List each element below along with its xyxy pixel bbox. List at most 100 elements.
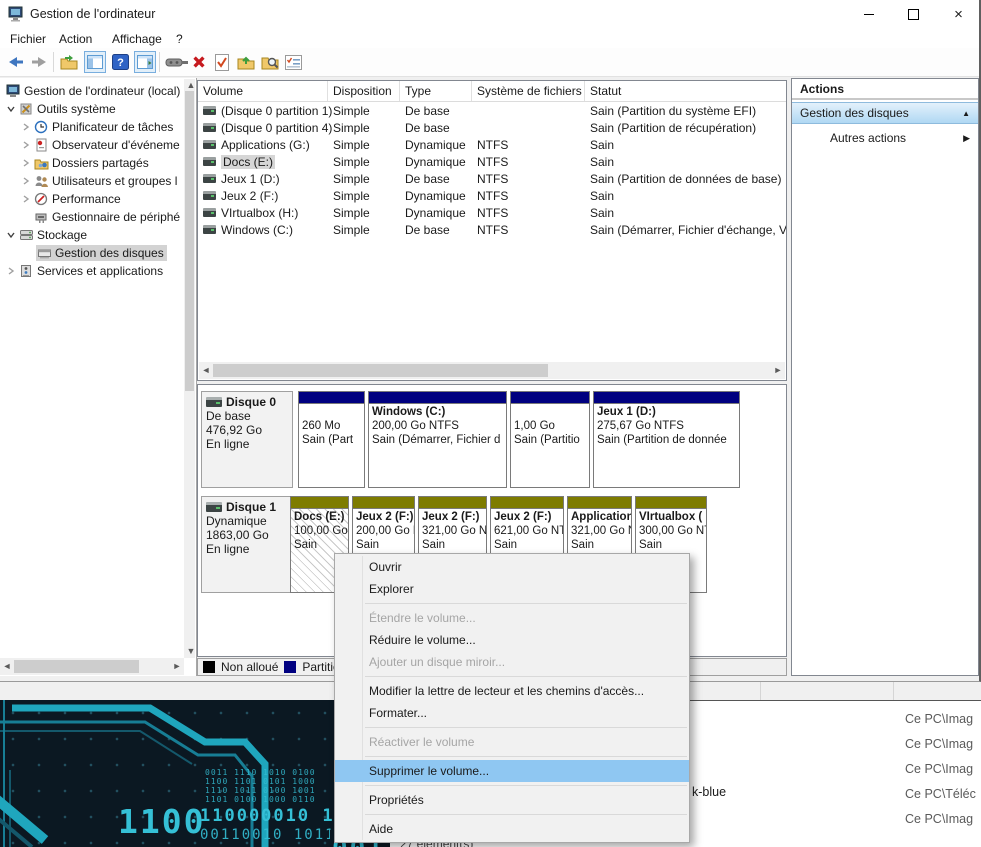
file-location[interactable]: Ce PC\Téléc [905,787,976,801]
show-console-tree-button[interactable] [84,51,106,73]
menu-action[interactable]: Action [55,30,96,47]
menu-item-formater[interactable]: Formater... [335,702,689,724]
remote-device-button[interactable] [164,51,190,73]
tree-item-utilisateurs[interactable]: Utilisateurs et groupes l [0,172,197,190]
device-manager-icon [34,210,49,224]
folder-up-button[interactable] [235,51,257,73]
scroll-down-arrow[interactable]: ▼ [184,647,197,656]
back-button[interactable] [5,51,27,73]
disk0-partition-recovery[interactable]: 1,00 GoSain (Partitio [510,391,590,488]
scroll-left-arrow[interactable]: ◄ [199,366,213,375]
binary-text-block: 0011 1110 1010 0100 1100 1101 0101 1000 … [205,768,316,804]
menu-separator [335,724,689,731]
chevron-collapsed-icon[interactable] [21,140,31,150]
menu-fichier[interactable]: Fichier [6,30,50,47]
actions-group-disk-management[interactable]: Gestion des disques ▲ [792,102,978,124]
menu-item-reduire-le-volume[interactable]: Réduire le volume... [335,629,689,651]
scroll-right-arrow[interactable]: ► [170,662,184,671]
tree-item-dossiers-partages[interactable]: Dossiers partagés [0,154,197,172]
menu-item-explorer[interactable]: Explorer [335,578,689,600]
column-header-statut[interactable]: Statut [585,81,786,101]
volume-row[interactable]: Jeux 2 (F:) Simple Dynamique NTFS Sain [198,187,786,204]
menu-item-ouvrir[interactable]: Ouvrir [335,556,689,578]
chevron-collapsed-icon[interactable] [21,122,31,132]
chevron-collapsed-icon[interactable] [21,194,31,204]
title-bar[interactable]: Gestion de l'ordinateur × [0,0,979,28]
column-header-disposition[interactable]: Disposition [328,81,400,101]
task-list-button[interactable] [282,51,304,73]
validate-document-button[interactable] [211,51,233,73]
close-button[interactable]: × [936,0,981,28]
tree-item-stockage[interactable]: Stockage [0,226,189,244]
disk0-partition-windows[interactable]: Windows (C:)200,00 Go NTFSSain (Démarrer… [368,391,507,488]
back-icon [7,54,25,70]
partition-color-bar [299,392,364,404]
tree-item-planificateur[interactable]: Planificateur de tâches [0,118,197,136]
volume-icon [203,140,216,149]
help-button[interactable]: ? [109,51,131,73]
scrollbar-thumb[interactable] [185,91,194,391]
file-name-fragment[interactable]: k-blue [692,785,726,799]
disk1-label[interactable]: Disque 1 Dynamique 1863,00 Go En ligne [201,496,293,593]
scroll-right-arrow[interactable]: ► [771,366,785,375]
collapse-arrow-icon[interactable]: ▲ [962,109,970,118]
minimize-button[interactable] [846,0,891,28]
disk0-partition-jeux1[interactable]: Jeux 1 (D:)275,67 Go NTFSSain (Partition… [593,391,740,488]
column-separator [893,682,894,700]
chevron-collapsed-icon[interactable] [21,176,31,186]
file-location[interactable]: Ce PC\Imag [905,812,973,826]
chevron-expanded-icon[interactable] [6,104,16,114]
volume-row[interactable]: VIrtualbox (H:) Simple Dynamique NTFS Sa… [198,204,786,221]
folder-up-icon [237,54,255,70]
volume-row[interactable]: Windows (C:) Simple De base NTFS Sain (D… [198,221,786,238]
export-list-button[interactable] [58,51,80,73]
volume-row[interactable]: Jeux 1 (D:) Simple De base NTFS Sain (Pa… [198,170,786,187]
menu-affichage[interactable]: Affichage [108,30,166,47]
tree-horizontal-scrollbar[interactable]: ◄ ► [0,658,184,675]
scrollbar-thumb[interactable] [213,364,548,377]
volume-row[interactable]: Applications (G:) Simple Dynamique NTFS … [198,136,786,153]
actions-item-autres-actions[interactable]: Autres actions ▶ [792,128,978,148]
volume-row[interactable]: (Disque 0 partition 4) Simple De base Sa… [198,119,786,136]
volume-list-horizontal-scrollbar[interactable]: ◄ ► [199,362,785,379]
event-viewer-icon [34,138,49,152]
volume-row-selected[interactable]: Docs (E:) Simple Dynamique NTFS Sain [198,153,786,170]
menu-aide[interactable]: ? [172,30,187,47]
task-list-icon [285,55,302,70]
scroll-left-arrow[interactable]: ◄ [0,662,14,671]
file-location[interactable]: Ce PC\Imag [905,737,973,751]
tree-item-performance[interactable]: Performance [0,190,197,208]
disk-size: 1863,00 Go [206,528,288,542]
menu-item-proprietes[interactable]: Propriétés [335,789,689,811]
maximize-button[interactable] [891,0,936,28]
chevron-collapsed-icon[interactable] [6,266,16,276]
tree-item-outils-systeme[interactable]: Outils système [0,100,189,118]
menu-item-aide[interactable]: Aide [335,818,689,840]
disk0-partition-efi[interactable]: 260 MoSain (Part [298,391,365,488]
scrollbar-thumb[interactable] [14,660,139,673]
tree-item-gestionnaire-peripheriques[interactable]: Gestionnaire de périphé [0,208,197,226]
column-header-type[interactable]: Type [400,81,472,101]
folder-search-button[interactable] [259,51,281,73]
forward-button[interactable] [28,51,50,73]
disk0-label[interactable]: Disque 0 De base 476,92 Go En ligne [201,391,293,488]
volume-table-header: Volume Disposition Type Système de fichi… [198,81,786,102]
tree-item-label: Stockage [37,228,87,242]
menu-item-supprimer-le-volume[interactable]: Supprimer le volume... [335,760,689,782]
menu-item-modifier-lettre[interactable]: Modifier la lettre de lecteur et les che… [335,680,689,702]
tree-item-gestion-des-disques[interactable]: Gestion des disques [0,244,197,262]
chevron-collapsed-icon[interactable] [21,158,31,168]
tree-item-observateur[interactable]: Observateur d'événeme [0,136,197,154]
tree-item-root[interactable]: Gestion de l'ordinateur (local) [0,82,189,100]
chevron-expanded-icon[interactable] [6,230,16,240]
file-location[interactable]: Ce PC\Imag [905,762,973,776]
file-location[interactable]: Ce PC\Imag [905,712,973,726]
tree-vertical-scrollbar[interactable]: ▲ ▼ [184,79,195,658]
tree-item-services[interactable]: Services et applications [0,262,189,280]
column-header-volume[interactable]: Volume [198,81,328,101]
volume-row[interactable]: (Disque 0 partition 1) Simple De base Sa… [198,102,786,119]
scroll-up-arrow[interactable]: ▲ [184,81,197,90]
delete-volume-button[interactable] [188,51,210,73]
column-header-fs[interactable]: Système de fichiers [472,81,585,101]
show-action-pane-button[interactable] [134,51,156,73]
